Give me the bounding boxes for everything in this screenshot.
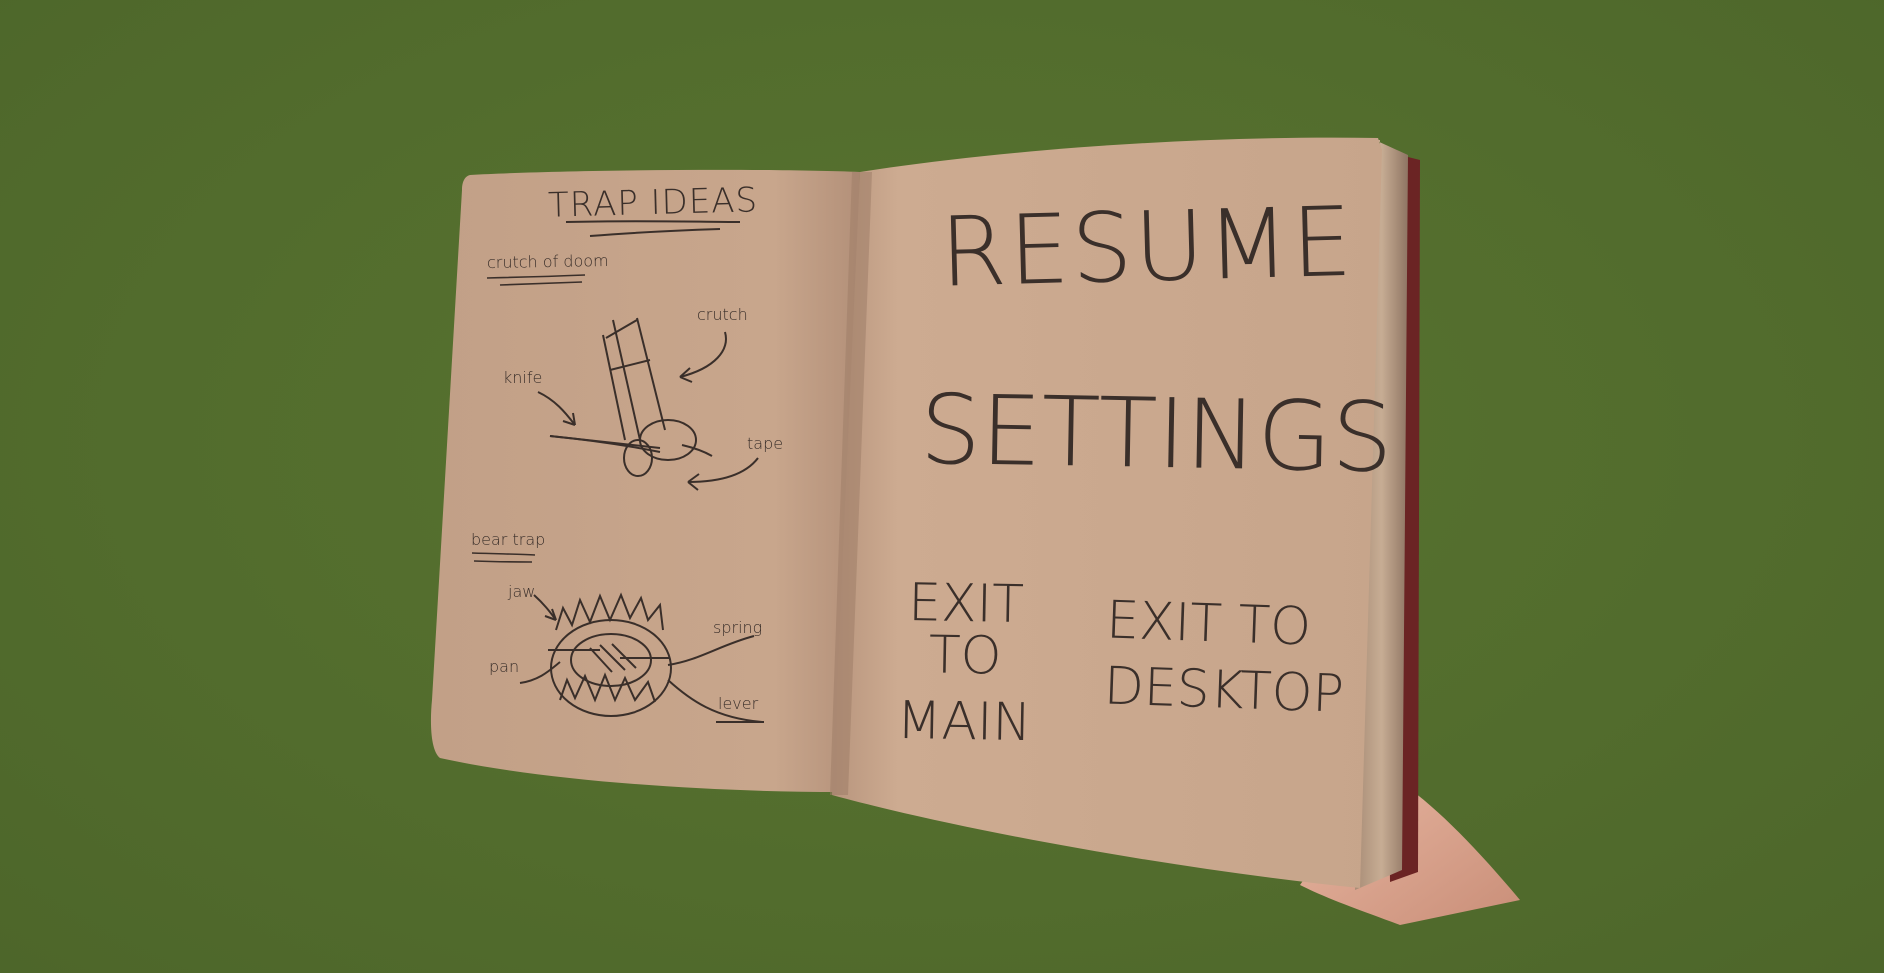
notebook: [430, 137, 1520, 925]
settings-label: SETTINGS: [919, 373, 1394, 494]
resume-label: RESUME: [938, 185, 1356, 309]
exit-to-desktop-button[interactable]: EXIT TO DESKTOP: [1102, 590, 1345, 725]
label-tape: tape: [747, 434, 784, 453]
pause-menu-scene: TRAP IDEAS crutch of doom crutch knife t…: [0, 0, 1884, 973]
section-heading-bear-trap: bear trap: [471, 530, 546, 549]
label-lever: lever: [718, 694, 759, 713]
label-jaw: jaw: [508, 582, 536, 601]
label-knife: knife: [503, 368, 543, 387]
label-spring: spring: [713, 618, 763, 637]
left-page-title: TRAP IDEAS: [547, 180, 759, 226]
exit-main-line2: MAIN: [896, 690, 1032, 754]
exit-desktop-line1: EXIT TO: [1105, 590, 1313, 658]
exit-to-main-button[interactable]: EXIT TO MAIN: [889, 573, 1042, 754]
exit-desktop-line2: DESKTOP: [1102, 656, 1345, 725]
label-crutch: crutch: [697, 305, 748, 324]
settings-button[interactable]: SETTINGS: [919, 373, 1394, 494]
resume-button[interactable]: RESUME: [938, 185, 1356, 309]
label-pan: pan: [489, 657, 520, 676]
section-heading-crutch: crutch of doom: [486, 250, 609, 273]
exit-main-line1: EXIT TO: [907, 573, 1025, 687]
